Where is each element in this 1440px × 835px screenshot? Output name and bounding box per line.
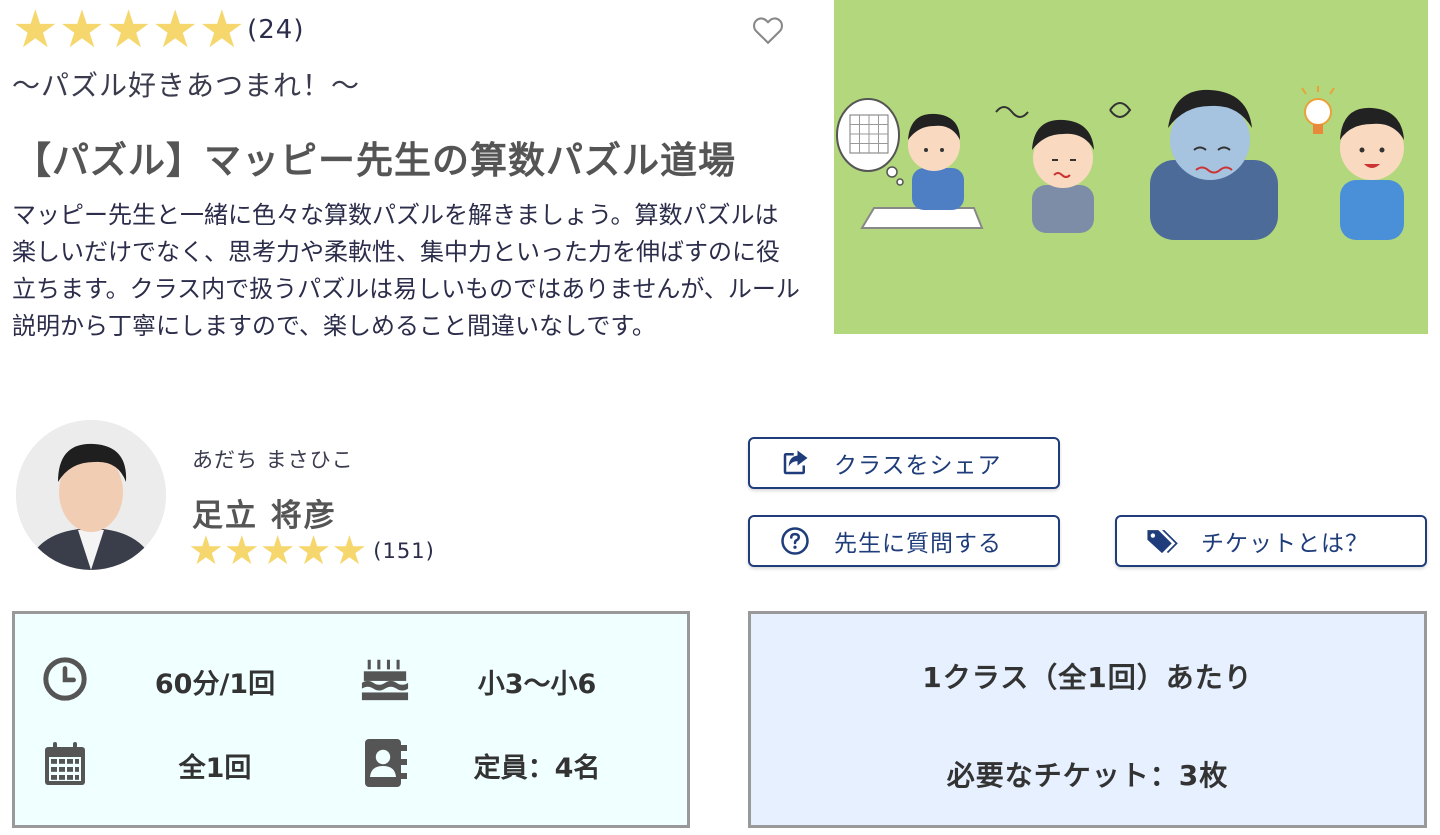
thought-bubble-illustration bbox=[836, 98, 904, 186]
teacher-name-kana: あだち まさひこ bbox=[192, 448, 354, 472]
class-subtitle: 〜パズル好きあつまれ！〜 bbox=[12, 69, 361, 102]
ticket-requirement-panel: 1クラス（全1回）あたり 必要なチケット：3枚 bbox=[748, 611, 1427, 828]
ticket-required-label: 必要なチケット：3枚 bbox=[946, 759, 1229, 792]
teacher-rating: ★ ★ ★ ★ ★ (151) bbox=[188, 529, 435, 573]
clock-icon bbox=[40, 654, 90, 704]
heart-outline-icon[interactable] bbox=[750, 12, 786, 48]
teacher-avatar[interactable] bbox=[16, 420, 166, 570]
class-info-panel: 60分/1回 小3〜小6 全1回 定員：4名 bbox=[12, 611, 690, 828]
star-icon: ★ bbox=[331, 528, 368, 574]
star-icon: ★ bbox=[151, 0, 199, 60]
class-detail-page: ★ ★ ★ ★ ★ (24) 〜パズル好きあつまれ！〜 【パズル】マッピー先生の… bbox=[0, 0, 1440, 835]
rating-count: (24) bbox=[247, 15, 305, 45]
idea-child-illustration bbox=[1301, 86, 1404, 240]
duration-value: 60分/1回 bbox=[154, 669, 276, 700]
page-title: 【パズル】マッピー先生の算数パズル道場 bbox=[14, 139, 736, 182]
star-icon: ★ bbox=[223, 528, 260, 574]
confused-child-illustration bbox=[995, 102, 1132, 233]
star-icon: ★ bbox=[198, 0, 246, 60]
sessions-value: 全1回 bbox=[178, 753, 252, 784]
birthday-cake-icon bbox=[360, 654, 410, 704]
tags-icon bbox=[1145, 524, 1179, 558]
star-icon: ★ bbox=[188, 528, 224, 574]
distressed-child-illustration bbox=[1150, 89, 1278, 240]
ask-teacher-button[interactable]: 先生に質問する bbox=[748, 515, 1060, 567]
class-rating: ★ ★ ★ ★ ★ (24) bbox=[12, 4, 305, 56]
ticket-per-class-label: 1クラス（全1回）あたり bbox=[922, 661, 1253, 694]
star-icon: ★ bbox=[105, 0, 152, 60]
class-hero-image bbox=[834, 0, 1428, 334]
capacity-value: 定員：4名 bbox=[473, 753, 601, 784]
grade-value: 小3〜小6 bbox=[477, 669, 597, 700]
calendar-icon bbox=[40, 738, 90, 788]
teacher-rating-count: (151) bbox=[373, 539, 435, 563]
star-icon: ★ bbox=[58, 0, 106, 60]
class-description: マッピー先生と一緒に色々な算数パズルを解きましょう。算数パズルは楽しいだけでなく… bbox=[12, 201, 800, 340]
teacher-star-rating: ★ ★ ★ ★ ★ bbox=[188, 529, 367, 573]
question-circle-icon bbox=[778, 524, 812, 558]
share-icon bbox=[778, 446, 812, 480]
share-button-label: クラスをシェア bbox=[834, 453, 1002, 479]
star-icon: ★ bbox=[12, 0, 59, 60]
star-icon: ★ bbox=[259, 528, 296, 574]
ticket-button-label: チケットとは？ bbox=[1201, 531, 1369, 557]
address-book-icon bbox=[360, 738, 410, 788]
question-button-label: 先生に質問する bbox=[834, 531, 1002, 557]
what-is-ticket-button[interactable]: チケットとは？ bbox=[1115, 515, 1427, 567]
star-icon: ★ bbox=[295, 528, 332, 574]
star-rating: ★ ★ ★ ★ ★ bbox=[12, 4, 245, 56]
share-class-button[interactable]: クラスをシェア bbox=[748, 437, 1060, 489]
